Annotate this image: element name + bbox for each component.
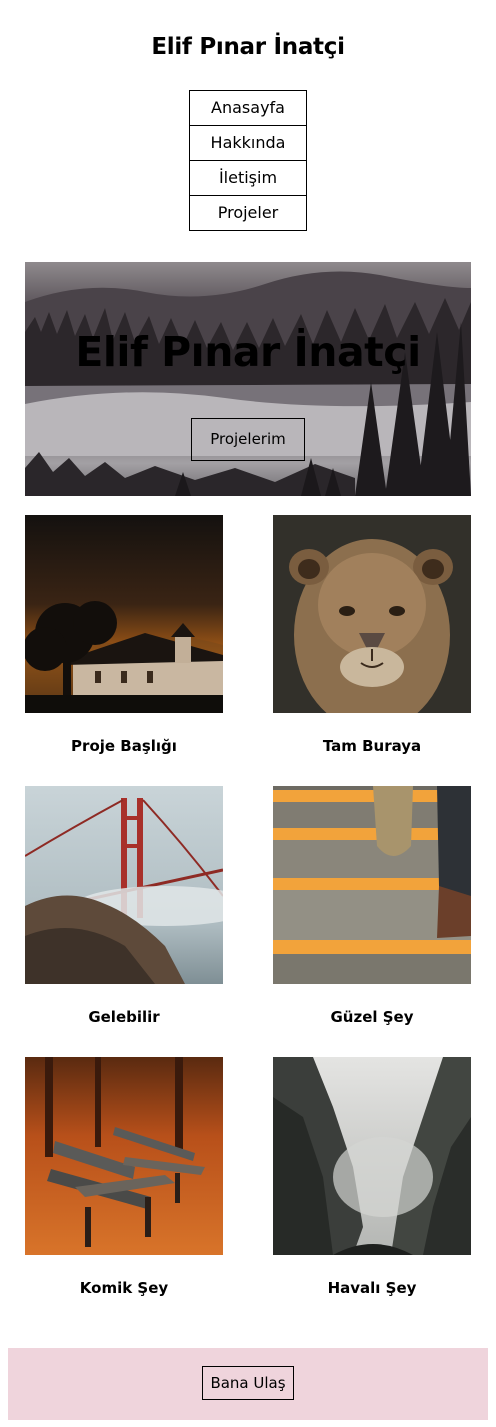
project-caption: Güzel Şey bbox=[330, 1008, 414, 1026]
project-caption: Proje Başlığı bbox=[71, 737, 177, 755]
project-caption: Gelebilir bbox=[88, 1008, 160, 1026]
project-card[interactable]: Komik Şey bbox=[25, 1057, 223, 1297]
nav-item-home[interactable]: Anasayfa bbox=[189, 90, 307, 126]
project-card[interactable]: Havalı Şey bbox=[273, 1057, 471, 1297]
nav-item-about[interactable]: Hakkında bbox=[189, 125, 307, 161]
autumn-benches-image bbox=[25, 1057, 223, 1255]
main-nav: Anasayfa Hakkında İletişim Projeler bbox=[189, 90, 307, 231]
projects-cta-button[interactable]: Projelerim bbox=[191, 418, 305, 461]
contact-me-button[interactable]: Bana Ulaş bbox=[202, 1366, 294, 1400]
stairs-sneakers-image bbox=[273, 786, 471, 984]
project-card[interactable]: Gelebilir bbox=[25, 786, 223, 1026]
misty-canyon-image bbox=[273, 1057, 471, 1255]
project-caption: Havalı Şey bbox=[327, 1279, 417, 1297]
project-card[interactable]: Güzel Şey bbox=[273, 786, 471, 1026]
lioness-portrait-image bbox=[273, 515, 471, 713]
project-caption: Komik Şey bbox=[79, 1279, 169, 1297]
nav-item-projects[interactable]: Projeler bbox=[189, 195, 307, 231]
church-at-dusk-image bbox=[25, 515, 223, 713]
golden-gate-bridge-image bbox=[25, 786, 223, 984]
hero-title: Elif Pınar İnatçi bbox=[75, 328, 421, 376]
nav-item-contact[interactable]: İletişim bbox=[189, 160, 307, 196]
project-card[interactable]: Proje Başlığı bbox=[25, 515, 223, 755]
project-card[interactable]: Tam Buraya bbox=[273, 515, 471, 755]
project-caption: Tam Buraya bbox=[322, 737, 422, 755]
hero-banner: Elif Pınar İnatçi Projelerim bbox=[25, 262, 471, 496]
footer: Bana Ulaş bbox=[8, 1348, 488, 1420]
site-title: Elif Pınar İnatçi bbox=[151, 34, 345, 60]
